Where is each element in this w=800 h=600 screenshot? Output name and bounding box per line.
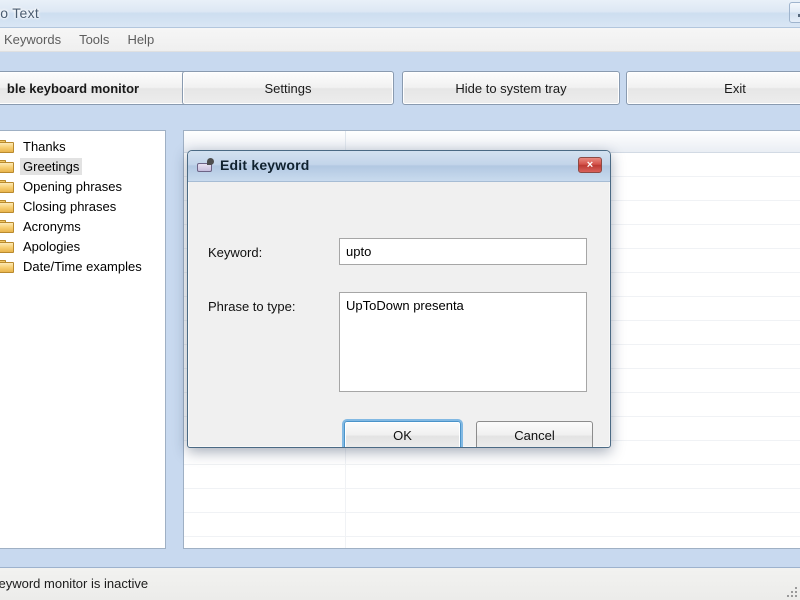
tree-item-apologies[interactable]: Apologies xyxy=(0,236,165,256)
status-message: keyword monitor is inactive xyxy=(0,576,149,591)
tree-item-acronyms[interactable]: Acronyms xyxy=(0,216,165,236)
column-header-phrase[interactable] xyxy=(346,131,800,152)
close-icon[interactable]: × xyxy=(578,157,602,173)
tree-item-label: Thanks xyxy=(23,138,66,154)
folder-icon xyxy=(0,159,15,173)
dialog-body: Keyword: Phrase to type: OK Cancel xyxy=(188,182,610,447)
phrase-label: Phrase to type: xyxy=(208,299,296,314)
edit-keyword-dialog: Edit keyword × Keyword: Phrase to type: … xyxy=(187,150,611,448)
window-titlebar: to Text xyxy=(0,0,800,28)
tree-item-label: Date/Time examples xyxy=(23,258,142,274)
window-title: to Text xyxy=(0,5,40,21)
application-window: to Text Keywords Tools Help ble keyboard… xyxy=(0,0,800,600)
dialog-titlebar: Edit keyword × xyxy=(188,151,610,182)
tree-item-thanks[interactable]: Thanks xyxy=(0,136,165,156)
toolbar: ble keyboard monitor Settings Hide to sy… xyxy=(0,53,800,115)
table-row[interactable] xyxy=(184,513,800,537)
statusbar: keyword monitor is inactive xyxy=(0,567,800,600)
folder-icon xyxy=(0,239,15,253)
table-row[interactable] xyxy=(184,537,800,548)
folder-icon xyxy=(0,259,15,273)
settings-button[interactable]: Settings xyxy=(182,71,394,105)
tree-item-closing-phrases[interactable]: Closing phrases xyxy=(0,196,165,216)
table-row[interactable] xyxy=(184,465,800,489)
phrase-textarea[interactable] xyxy=(339,292,587,392)
tree-item-label: Acronyms xyxy=(23,218,81,234)
minimize-button[interactable] xyxy=(789,2,800,23)
column-header-keyword[interactable] xyxy=(184,131,346,152)
folder-icon xyxy=(0,199,15,213)
tree-item-datetime-examples[interactable]: Date/Time examples xyxy=(0,256,165,276)
menubar: Keywords Tools Help xyxy=(0,28,800,52)
cancel-button[interactable]: Cancel xyxy=(476,421,593,447)
folder-icon xyxy=(0,179,15,193)
exit-button[interactable]: Exit xyxy=(626,71,800,105)
resize-grip-icon[interactable] xyxy=(783,583,797,597)
tree-item-label: Greetings xyxy=(20,157,83,175)
tree-item-label: Opening phrases xyxy=(23,178,123,194)
tree-item-greetings[interactable]: Greetings xyxy=(0,156,165,176)
menu-item-help[interactable]: Help xyxy=(118,29,163,50)
folder-icon xyxy=(0,219,15,233)
menu-item-tools[interactable]: Tools xyxy=(70,29,118,50)
keyword-label: Keyword: xyxy=(208,245,263,260)
enable-keyboard-monitor-button[interactable]: ble keyboard monitor xyxy=(0,71,192,105)
tree-item-opening-phrases[interactable]: Opening phrases xyxy=(0,176,165,196)
category-tree-panel[interactable]: Thanks Greetings Opening phrases Closing… xyxy=(0,130,166,549)
keyword-input[interactable] xyxy=(339,238,587,265)
table-row[interactable] xyxy=(184,489,800,513)
folder-icon xyxy=(0,139,15,153)
tree-item-label: Apologies xyxy=(23,238,81,254)
keyboard-edit-icon xyxy=(197,158,214,173)
tree-item-label: Closing phrases xyxy=(23,198,117,214)
dialog-title: Edit keyword xyxy=(220,157,310,173)
hide-to-system-tray-button[interactable]: Hide to system tray xyxy=(402,71,620,105)
ok-button[interactable]: OK xyxy=(344,421,461,447)
window-controls xyxy=(789,2,800,23)
menu-item-keywords[interactable]: Keywords xyxy=(0,29,70,50)
